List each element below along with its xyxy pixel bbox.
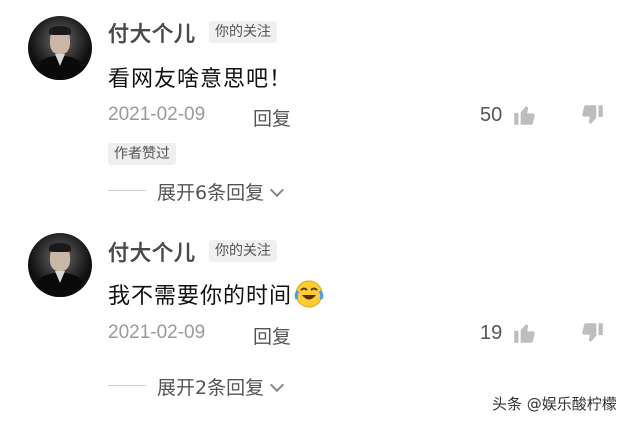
expand-replies-label: 展开6条回复 — [157, 182, 265, 204]
comment-text: 看网友啥意思吧！ — [108, 67, 293, 92]
expand-replies-label: 展开2条回复 — [157, 377, 265, 399]
comment-date: 2021-02-09 — [108, 322, 206, 343]
divider-line — [108, 385, 146, 386]
thumbs-down-icon[interactable] — [579, 320, 605, 346]
chevron-down-icon — [270, 182, 285, 198]
reply-button[interactable]: 回复 — [253, 322, 291, 349]
avatar[interactable] — [28, 233, 92, 297]
comment-text: 我不需要你的时间 — [108, 278, 324, 310]
following-badge: 你的关注 — [209, 240, 277, 262]
thumbs-down-icon[interactable] — [579, 102, 605, 128]
chevron-down-icon — [270, 377, 285, 393]
like-count: 19 — [480, 322, 503, 344]
comment-item: 付大个儿 你的关注 看网友啥意思吧！ 2021-02-09 回复 50 作者赞过… — [0, 0, 640, 222]
reply-button[interactable]: 回复 — [253, 104, 291, 131]
comment-text-body: 我不需要你的时间 — [108, 284, 293, 309]
expand-replies-button[interactable]: 展开6条回复 — [157, 178, 285, 205]
username[interactable]: 付大个儿 — [108, 18, 196, 48]
like-count: 50 — [480, 104, 503, 126]
avatar[interactable] — [28, 16, 92, 80]
following-badge: 你的关注 — [209, 21, 277, 43]
laughing-crying-emoji-icon — [294, 279, 324, 309]
divider-line — [108, 190, 146, 191]
watermark: 头条 @娱乐酸柠檬 — [492, 395, 617, 413]
thumbs-up-icon[interactable] — [512, 102, 538, 128]
thumbs-up-icon[interactable] — [512, 320, 538, 346]
author-liked-badge: 作者赞过 — [108, 143, 176, 165]
username[interactable]: 付大个儿 — [108, 237, 196, 267]
expand-replies-button[interactable]: 展开2条回复 — [157, 373, 285, 400]
comment-date: 2021-02-09 — [108, 104, 206, 125]
